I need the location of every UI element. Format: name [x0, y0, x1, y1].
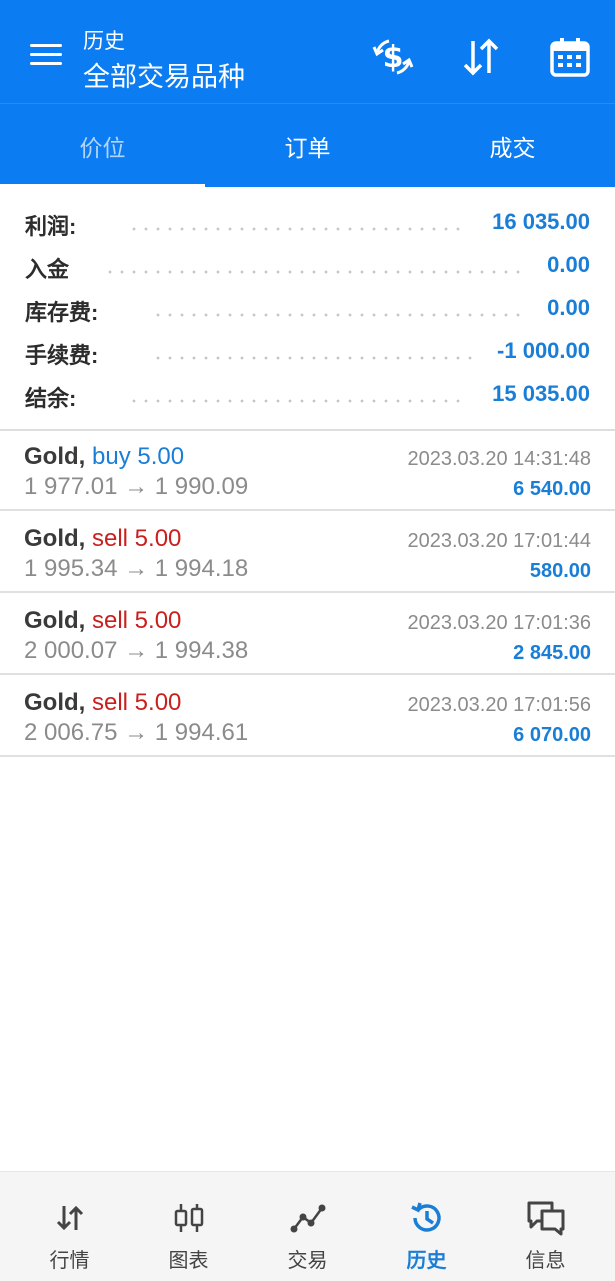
deal-symbol: Gold, [24, 443, 86, 470]
deal-profit: 6 070.00 [513, 724, 591, 746]
dotted-leader [152, 356, 476, 360]
deal-time: 2023.03.20 17:01:44 [407, 530, 591, 552]
summary-label: 手续费: [25, 343, 99, 368]
divider [0, 509, 615, 511]
nav-trade[interactable]: 交易 [246, 1172, 369, 1281]
summary-row-commission: 手续费: -1 000.00 [0, 338, 615, 368]
summary-value: 0.00 [547, 252, 590, 277]
summary-row-profit: 利润: 16 035.00 [0, 209, 615, 239]
deal-symbol-line: Gold, sell 5.00 [24, 607, 181, 635]
svg-text:$: $ [383, 40, 404, 75]
dotted-leader [152, 313, 524, 317]
deal-side: sell 5.00 [92, 689, 182, 716]
chart-candles-icon [127, 1200, 250, 1236]
deal-symbol-line: Gold, buy 5.00 [24, 443, 184, 471]
dotted-leader [128, 399, 468, 403]
deal-profit: 580.00 [529, 560, 591, 582]
nav-label: 信息 [525, 1250, 566, 1272]
quotes-icon [8, 1200, 131, 1236]
deal-profit: 2 845.00 [513, 642, 591, 664]
tab-orders[interactable]: 订单 [205, 104, 410, 187]
divider [0, 673, 615, 675]
deal-prices: 2 006.75 → 1 994.61 [24, 719, 248, 747]
summary-value: -1 000.00 [497, 338, 590, 363]
close-price: 1 990.09 [154, 473, 249, 500]
summary-value: 16 035.00 [492, 209, 590, 234]
summary-row-balance: 结余: 15 035.00 [0, 381, 615, 411]
divider [0, 755, 615, 757]
summary-value: 15 035.00 [492, 381, 590, 406]
close-price: 1 994.18 [154, 555, 249, 582]
tab-indicator [0, 184, 205, 188]
arrow-right-icon: → [124, 637, 149, 664]
deal-time: 2023.03.20 17:01:56 [407, 694, 591, 716]
tab-prices[interactable]: 价位 [0, 104, 205, 187]
nav-messages[interactable]: 信息 [484, 1172, 607, 1281]
deal-side: sell 5.00 [92, 607, 182, 634]
symbol-filter-title[interactable]: 全部交易品种 [83, 55, 245, 94]
dotted-leader [104, 270, 524, 274]
open-price: 2 000.07 [24, 637, 118, 664]
deal-prices: 2 000.07 → 1 994.38 [24, 637, 248, 665]
nav-label: 历史 [406, 1250, 447, 1272]
tab-deals[interactable]: 成交 [410, 104, 615, 187]
open-price: 2 006.75 [24, 719, 118, 746]
nav-label: 图表 [168, 1250, 209, 1272]
deal-symbol-line: Gold, sell 5.00 [24, 689, 181, 717]
deal-side: sell 5.00 [92, 525, 182, 552]
currency-exchange-icon[interactable]: $ [370, 34, 416, 80]
deal-symbol: Gold, [24, 689, 86, 716]
nav-history[interactable]: 历史 [365, 1172, 488, 1281]
summary-row-swap: 库存费: 0.00 [0, 295, 615, 325]
arrow-right-icon: → [124, 555, 149, 582]
deal-side: buy 5.00 [92, 443, 185, 470]
trade-line-icon [246, 1200, 369, 1236]
summary-label: 利润: [25, 214, 77, 239]
tab-bar: 价位 订单 成交 [0, 103, 615, 188]
section-title: 历史 [83, 30, 125, 53]
arrow-right-icon: → [124, 719, 149, 746]
bottom-navigation: 行情 图表 交易 历史 信息 [0, 1171, 615, 1281]
list-item[interactable]: Gold, sell 5.00 2 000.07 → 1 994.38 2023… [0, 595, 615, 675]
sort-arrows-icon[interactable] [458, 34, 504, 80]
arrow-right-icon: → [124, 473, 149, 500]
open-price: 1 995.34 [24, 555, 118, 582]
deal-symbol: Gold, [24, 607, 86, 634]
list-item[interactable]: Gold, sell 5.00 1 995.34 → 1 994.18 2023… [0, 513, 615, 593]
messages-icon [484, 1200, 607, 1236]
list-item[interactable]: Gold, buy 5.00 1 977.01 → 1 990.09 2023.… [0, 431, 615, 511]
summary-label: 入金 [25, 257, 70, 282]
open-price: 1 977.01 [24, 473, 118, 500]
deal-symbol-line: Gold, sell 5.00 [24, 525, 181, 553]
summary-value: 0.00 [547, 295, 590, 320]
deal-time: 2023.03.20 17:01:36 [407, 612, 591, 634]
app-bar: 历史 全部交易品种 $ [0, 0, 615, 103]
nav-quotes[interactable]: 行情 [8, 1172, 131, 1281]
divider [0, 591, 615, 593]
calendar-icon[interactable] [547, 34, 593, 80]
deal-time: 2023.03.20 14:31:48 [407, 448, 591, 470]
hamburger-icon[interactable] [30, 42, 64, 68]
nav-label: 交易 [287, 1250, 328, 1272]
nav-charts[interactable]: 图表 [127, 1172, 250, 1281]
list-item[interactable]: Gold, sell 5.00 2 006.75 → 1 994.61 2023… [0, 677, 615, 757]
summary-row-deposit: 入金 0.00 [0, 252, 615, 282]
close-price: 1 994.38 [154, 637, 249, 664]
summary-label: 结余: [25, 386, 77, 411]
close-price: 1 994.61 [154, 719, 249, 746]
deal-profit: 6 540.00 [513, 478, 591, 500]
summary-label: 库存费: [25, 300, 99, 325]
dotted-leader [128, 227, 468, 231]
deal-prices: 1 977.01 → 1 990.09 [24, 473, 248, 501]
deal-prices: 1 995.34 → 1 994.18 [24, 555, 248, 583]
history-icon [365, 1200, 488, 1236]
deal-symbol: Gold, [24, 525, 86, 552]
nav-label: 行情 [49, 1250, 90, 1272]
